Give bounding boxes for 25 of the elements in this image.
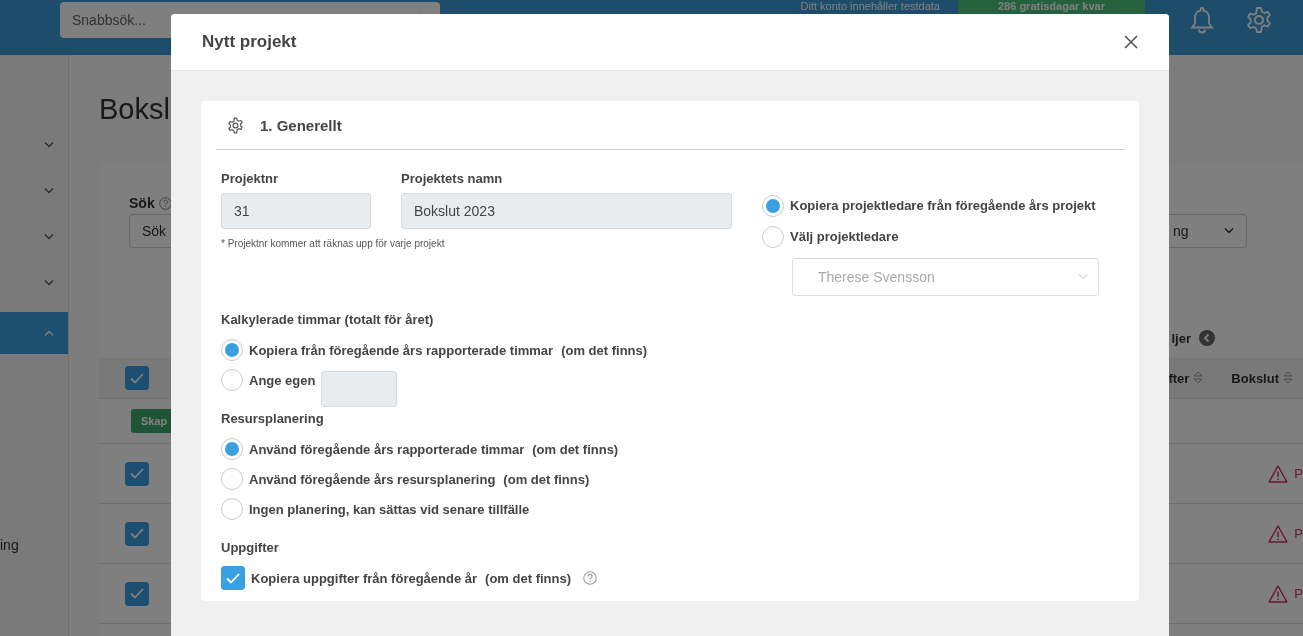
option-label: Ingen planering, kan sättas vid senare tillfälle — [249, 501, 530, 517]
option-note: (om det finns) — [503, 471, 590, 487]
test-data-notice: Ditt konto innehåller testdata — [800, 0, 940, 13]
group-title: Resursplanering — [221, 411, 325, 426]
group-title: Kalkylerade timmar (totalt för året) — [221, 312, 435, 327]
field-label: Projektets namn — [401, 171, 504, 186]
option-label: Använd föregående års resursplanering — [249, 471, 496, 487]
status-text: P — [1294, 586, 1303, 601]
option-label: Använd föregående års rapporterade timmar — [249, 441, 525, 457]
option-label: Välj projektledare — [790, 229, 899, 244]
option-note: (om det finns) — [532, 441, 619, 457]
option-note: (om det finns) — [485, 570, 572, 586]
status-text: P — [1294, 526, 1303, 541]
group-title: Uppgifter — [221, 540, 280, 555]
search-label: Sök — [129, 195, 155, 211]
field-label: Projektnr — [221, 171, 280, 186]
field-note: * Projektnr kommer att räknas upp för varje projekt — [221, 238, 446, 249]
option-label: Kopiera uppgifter från föregående år — [251, 570, 478, 586]
section-title: 1. Generellt — [260, 116, 342, 134]
page-title: Boksl — [99, 93, 170, 126]
option-label: Ange egen — [249, 372, 316, 388]
option-note: (om det finns) — [561, 342, 648, 358]
option-label: Kopiera från föregående års rapporterade timmar — [249, 342, 554, 358]
status-text: P — [1294, 466, 1303, 481]
option-label: Kopiera projektledare från föregående års projekt — [790, 198, 1096, 213]
